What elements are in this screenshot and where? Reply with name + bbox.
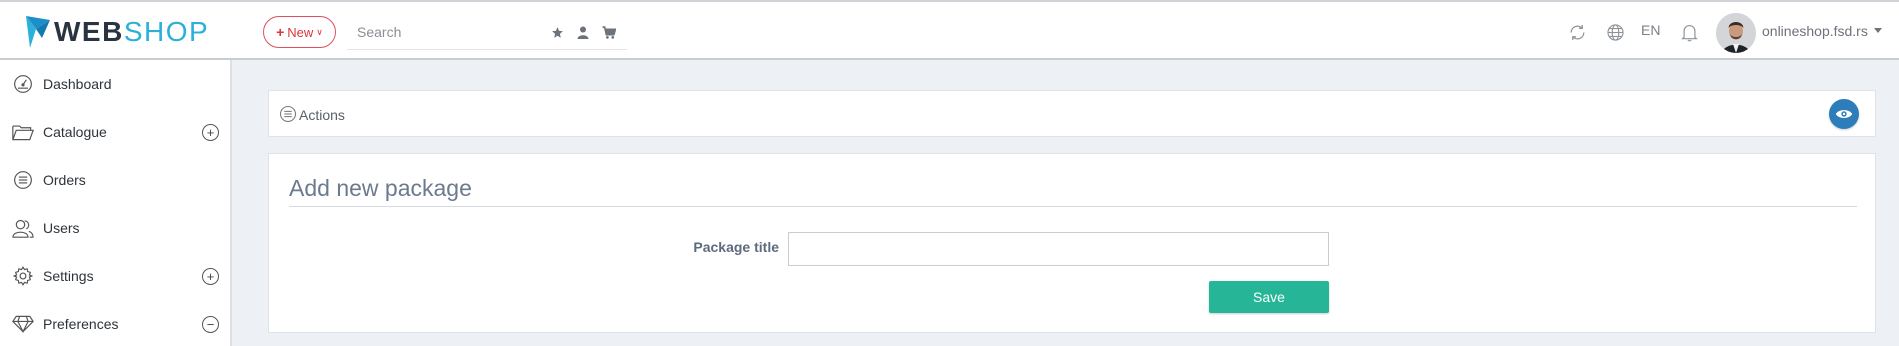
star-icon[interactable] — [549, 24, 565, 40]
gear-icon — [12, 265, 34, 287]
sidebar-item-settings[interactable]: Settings + — [0, 252, 230, 300]
sidebar-item-users[interactable]: Users — [0, 204, 230, 252]
user-icon[interactable] — [575, 24, 591, 40]
sidebar-item-label: Orders — [43, 172, 86, 188]
expand-plus-icon[interactable]: + — [202, 123, 219, 141]
new-button[interactable]: + New ∨ — [263, 16, 336, 48]
preview-button[interactable] — [1829, 99, 1859, 129]
collapse-minus-icon[interactable]: − — [202, 315, 219, 333]
logo[interactable]: WEBSHOP — [24, 12, 209, 52]
add-package-form: Add new package Package title Save — [268, 153, 1876, 333]
sidebar-item-label: Preferences — [43, 316, 119, 332]
caret-down-icon[interactable] — [1874, 28, 1882, 33]
top-bar: WEBSHOP + New ∨ EN onlineshop.fsd.rs — [0, 0, 1899, 60]
logo-mark-icon — [26, 16, 50, 48]
list-icon[interactable] — [279, 105, 297, 123]
chevron-down-icon: ∨ — [316, 26, 323, 37]
sidebar-item-label: Users — [43, 220, 80, 236]
new-button-label: New — [287, 24, 314, 40]
save-button[interactable]: Save — [1209, 281, 1329, 313]
cart-icon[interactable] — [601, 24, 617, 40]
sidebar-item-orders[interactable]: Orders — [0, 156, 230, 204]
page-title: Add new package — [289, 175, 472, 201]
globe-icon[interactable] — [1603, 20, 1627, 44]
plus-icon: + — [276, 24, 285, 40]
sidebar-item-catalogue[interactable]: Catalogue + — [0, 108, 230, 156]
users-icon — [12, 217, 34, 239]
package-title-label: Package title — [693, 239, 779, 255]
sidebar-item-label: Dashboard — [43, 76, 112, 92]
refresh-icon[interactable] — [1565, 20, 1589, 44]
gauge-icon — [12, 73, 34, 95]
sidebar: Dashboard Catalogue + Orders Users Setti… — [0, 60, 232, 346]
sidebar-item-preferences[interactable]: Preferences − — [0, 300, 230, 346]
actions-label[interactable]: Actions — [299, 107, 345, 123]
bell-icon[interactable] — [1677, 20, 1701, 44]
search-bar — [347, 16, 627, 50]
divider — [289, 206, 1857, 207]
package-title-input[interactable] — [788, 232, 1329, 266]
folder-icon — [12, 121, 34, 143]
sidebar-item-label: Catalogue — [43, 124, 107, 140]
language-selector[interactable]: EN — [1641, 22, 1660, 38]
expand-plus-icon[interactable]: + — [202, 267, 219, 285]
list-icon — [12, 169, 34, 191]
sidebar-item-label: Settings — [43, 268, 94, 284]
search-input[interactable] — [347, 16, 537, 48]
avatar[interactable] — [1716, 13, 1756, 53]
shop-name[interactable]: onlineshop.fsd.rs — [1762, 23, 1868, 39]
diamond-icon — [12, 313, 34, 335]
sidebar-item-dashboard[interactable]: Dashboard — [0, 60, 230, 108]
logo-text: WEBSHOP — [54, 16, 210, 47]
eye-icon — [1835, 110, 1853, 118]
actions-bar: Actions — [268, 90, 1876, 137]
